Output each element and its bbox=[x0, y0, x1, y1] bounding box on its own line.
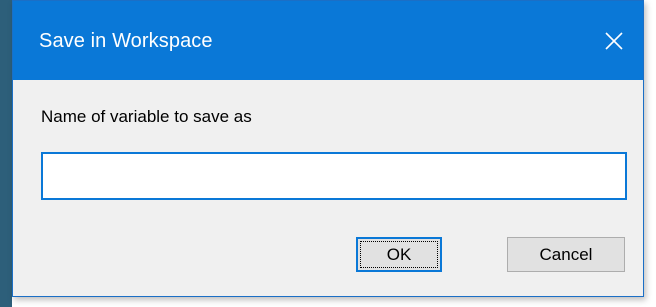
close-icon bbox=[605, 31, 623, 50]
variable-name-label: Name of variable to save as bbox=[41, 107, 252, 126]
ok-button[interactable]: OK bbox=[356, 237, 442, 272]
ok-button-label: OK bbox=[386, 244, 412, 264]
close-button[interactable] bbox=[585, 1, 643, 80]
cancel-button-label: Cancel bbox=[539, 244, 593, 264]
cancel-button[interactable]: Cancel bbox=[507, 237, 625, 272]
background-window-edge bbox=[0, 0, 12, 307]
dialog-titlebar[interactable]: Save in Workspace bbox=[13, 1, 643, 80]
save-in-workspace-dialog: Save in Workspace Name of variable to sa… bbox=[12, 0, 644, 297]
dialog-title: Save in Workspace bbox=[39, 30, 213, 52]
variable-name-input[interactable] bbox=[41, 152, 627, 200]
